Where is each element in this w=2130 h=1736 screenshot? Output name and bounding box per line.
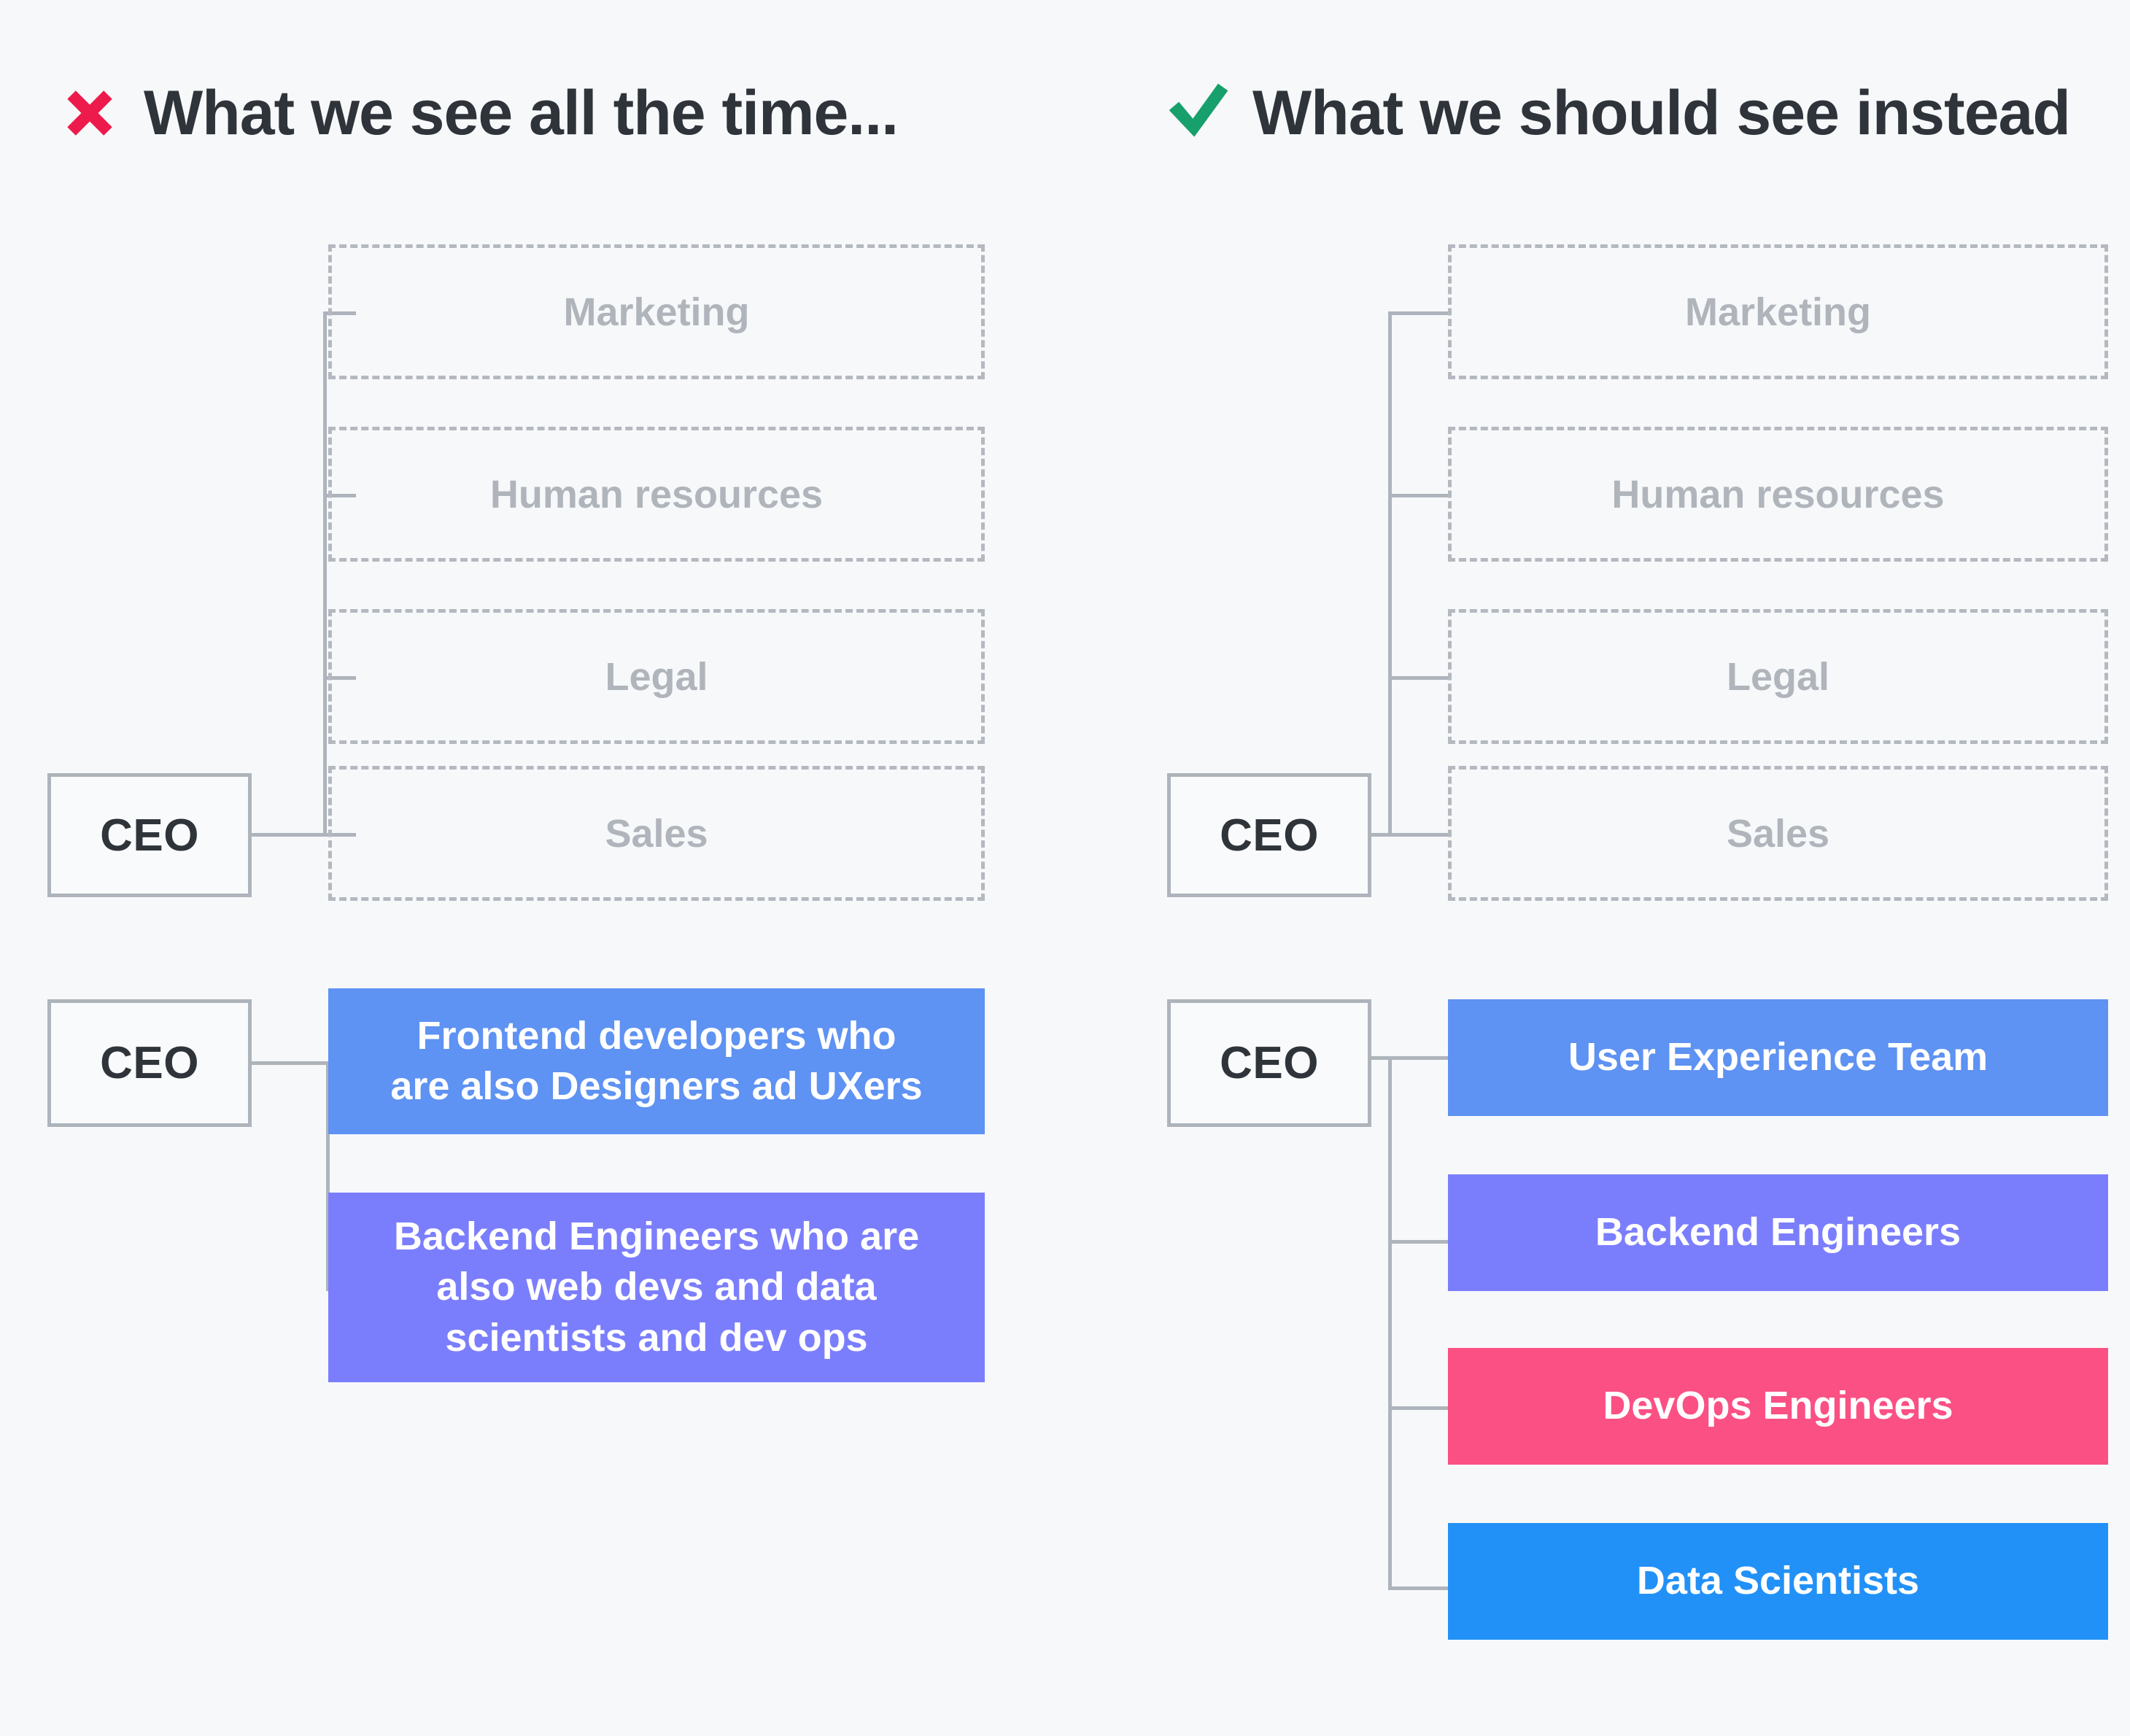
connector-right-top-branch-1 [1388, 311, 1450, 315]
connector-left-top-trunk [323, 311, 327, 837]
connector-right-top-branch-3 [1388, 676, 1450, 680]
node-label: CEO [1220, 810, 1319, 861]
right-team-devops-engineers[interactable]: DevOps Engineers [1448, 1348, 2108, 1465]
right-team-backend-engineers[interactable]: Backend Engineers [1448, 1174, 2108, 1291]
left-dept-human-resources[interactable]: Human resources [328, 427, 985, 562]
panel-ideal-state: CEO Marketing Human resources Legal Sale… [1065, 0, 2130, 1736]
node-label: Frontend developers who are also Designe… [390, 1013, 923, 1108]
node-label: Human resources [489, 472, 824, 516]
connector-right-bottom-branch-1 [1388, 1056, 1450, 1060]
node-label: Marketing [563, 290, 750, 334]
connector-left-bottom-root-stub [252, 1061, 328, 1065]
connector-left-top-root-stub [252, 833, 325, 837]
right-bottom-ceo-node[interactable]: CEO [1167, 999, 1371, 1127]
left-bottom-ceo-node[interactable]: CEO [47, 999, 252, 1127]
left-dept-sales[interactable]: Sales [328, 766, 985, 901]
left-dept-legal[interactable]: Legal [328, 609, 985, 744]
node-label: Backend Engineers who are also web devs … [393, 1214, 920, 1360]
panel-current-state: CEO Marketing Human resources Legal Sale… [0, 0, 1065, 1736]
left-role-backend[interactable]: Backend Engineers who are also web devs … [328, 1193, 985, 1382]
right-dept-human-resources[interactable]: Human resources [1448, 427, 2108, 562]
right-team-data-scientists[interactable]: Data Scientists [1448, 1523, 2108, 1640]
node-label: Legal [605, 654, 708, 699]
node-label: Sales [1726, 811, 1830, 856]
connector-right-bottom-trunk [1388, 1056, 1392, 1590]
node-label: Marketing [1684, 290, 1872, 334]
right-team-user-experience[interactable]: User Experience Team [1448, 999, 2108, 1116]
node-label: Sales [605, 811, 708, 856]
node-label: Data Scientists [1636, 1559, 1920, 1603]
right-dept-legal[interactable]: Legal [1448, 609, 2108, 744]
connector-right-bottom-branch-2 [1388, 1240, 1450, 1244]
node-label: DevOps Engineers [1603, 1384, 1953, 1428]
node-label: User Experience Team [1568, 1035, 1988, 1080]
left-top-ceo-node[interactable]: CEO [47, 773, 252, 897]
right-dept-marketing[interactable]: Marketing [1448, 244, 2108, 379]
node-label: Backend Engineers [1595, 1210, 1961, 1255]
node-label: CEO [1220, 1038, 1319, 1088]
connector-right-top-branch-2 [1388, 494, 1450, 497]
node-label: Human resources [1611, 472, 1945, 516]
node-label: Legal [1726, 654, 1830, 699]
diagram-canvas: What we see all the time... What we shou… [0, 0, 2130, 1736]
connector-right-bottom-branch-4 [1388, 1586, 1450, 1590]
node-label: CEO [100, 1038, 199, 1088]
left-dept-marketing[interactable]: Marketing [328, 244, 985, 379]
connector-right-bottom-branch-3 [1388, 1406, 1450, 1410]
right-top-ceo-node[interactable]: CEO [1167, 773, 1371, 897]
connector-right-top-branch-4 [1388, 833, 1450, 837]
connector-right-top-trunk [1388, 311, 1392, 837]
right-dept-sales[interactable]: Sales [1448, 766, 2108, 901]
node-label: CEO [100, 810, 199, 861]
left-role-frontend[interactable]: Frontend developers who are also Designe… [328, 988, 985, 1134]
